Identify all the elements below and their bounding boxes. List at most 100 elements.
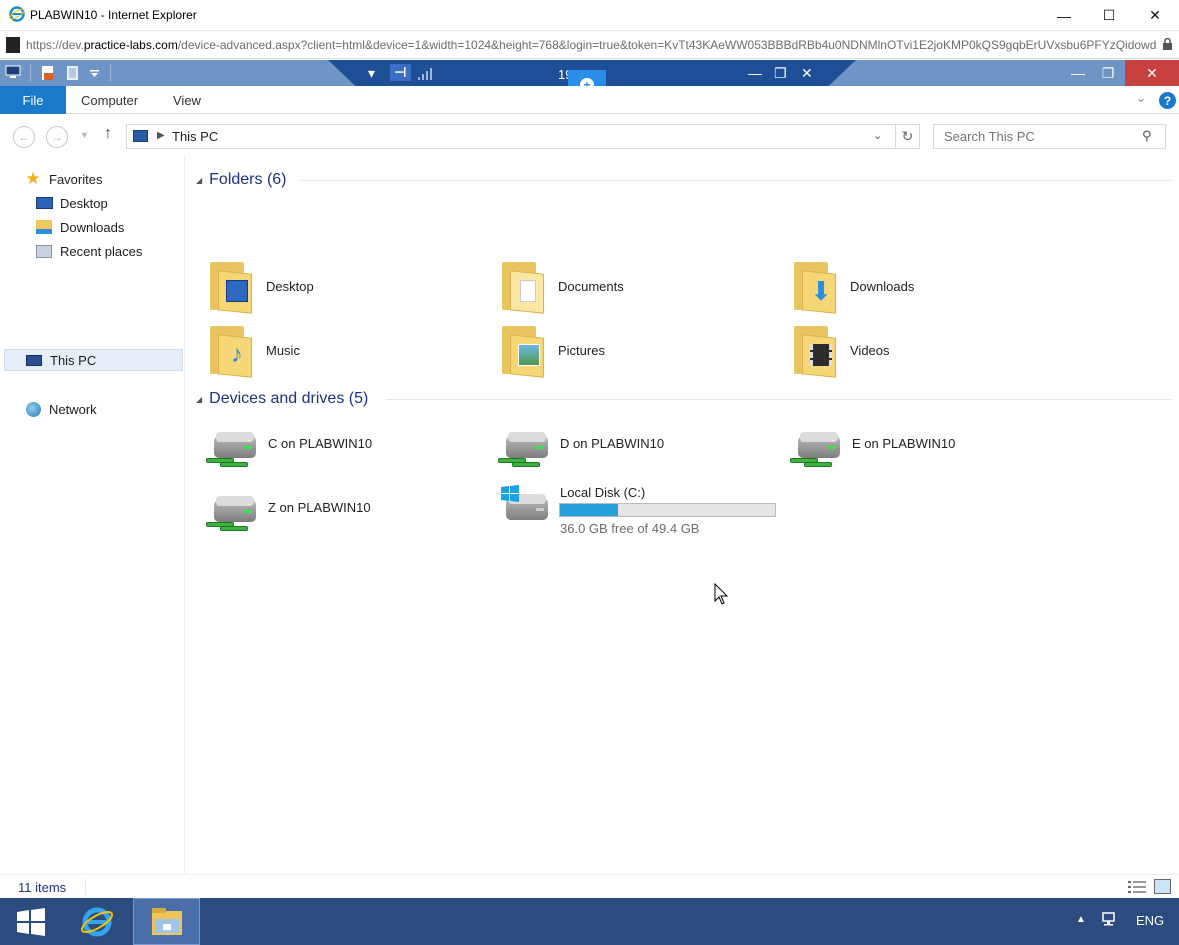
tab-view[interactable]: View — [173, 93, 201, 108]
internet-explorer-icon — [80, 907, 114, 936]
chevron-down-icon[interactable]: ▾ — [368, 65, 375, 82]
new-folder-icon[interactable] — [66, 65, 80, 81]
show-hidden-icons-icon[interactable]: ▲ — [1076, 914, 1086, 925]
tiles-view-icon[interactable] — [1154, 879, 1171, 894]
browser-maximize-button[interactable]: ☐ — [1086, 0, 1132, 31]
browser-minimize-button[interactable]: — — [1041, 0, 1087, 31]
nav-desktop[interactable]: Desktop — [35, 192, 108, 214]
help-icon[interactable]: ? — [1159, 92, 1176, 109]
content-pane: ◢ Folders (6) Desktop Documents ⬇ Downlo… — [186, 156, 1179, 874]
start-button[interactable] — [0, 898, 62, 945]
recent-places-icon — [35, 243, 53, 259]
forward-button[interactable]: → — [46, 126, 68, 148]
network-drive-icon — [206, 494, 260, 538]
site-favicon-icon — [6, 37, 20, 53]
navigation-bar: ← → ▼ ↑ ▶ This PC ⌄ ↻ ⚲ — [0, 114, 1179, 156]
nav-this-pc[interactable]: This PC — [4, 349, 183, 371]
taskbar: ▲ ENG — [0, 898, 1179, 945]
documents-folder-icon — [500, 258, 546, 314]
browser-address-bar[interactable]: https://dev.practice-labs.com/device-adv… — [0, 31, 1179, 59]
search-input[interactable] — [935, 126, 1135, 147]
taskbar-file-explorer[interactable] — [133, 898, 200, 945]
drive-d-on-plabwin10[interactable]: D on PLABWIN10 — [498, 426, 778, 486]
tab-computer[interactable]: Computer — [81, 93, 138, 108]
recent-locations-icon[interactable]: ▼ — [80, 130, 89, 140]
tab-file[interactable]: File — [0, 86, 66, 114]
properties-icon[interactable] — [41, 65, 55, 81]
folder-downloads[interactable]: ⬇ Downloads — [792, 258, 1072, 318]
local-disk-icon — [498, 485, 552, 536]
refresh-button[interactable]: ↻ — [895, 125, 919, 148]
drives-group-header[interactable]: ◢ Devices and drives (5) — [196, 387, 368, 411]
mouse-cursor-icon — [714, 583, 729, 605]
nav-recent-places[interactable]: Recent places — [35, 240, 142, 262]
network-drive-icon — [206, 430, 260, 474]
pin-icon[interactable]: ⊣ — [390, 64, 411, 81]
nav-network[interactable]: Network — [24, 398, 97, 420]
back-button[interactable]: ← — [13, 126, 35, 148]
desktop-folder-icon — [208, 258, 254, 314]
chevron-down-icon[interactable]: ⌄ — [873, 129, 882, 142]
browser-close-button[interactable]: ✕ — [1132, 0, 1178, 31]
network-status-icon[interactable] — [1101, 911, 1119, 929]
search-box[interactable]: ⚲ — [933, 124, 1166, 149]
drive-c-on-plabwin10[interactable]: C on PLABWIN10 — [206, 426, 486, 486]
input-language-indicator[interactable]: ENG — [1136, 913, 1164, 928]
disk-free-space: 36.0 GB free of 49.4 GB — [560, 521, 700, 536]
disk-capacity-bar — [559, 503, 776, 517]
nav-favorites[interactable]: ★ Favorites — [24, 168, 102, 190]
ribbon: File Computer View ⌄ ? — [0, 86, 1179, 114]
search-icon[interactable]: ⚲ — [1142, 128, 1152, 144]
navigation-pane: ★ Favorites Desktop Downloads Recent pla… — [0, 156, 185, 874]
network-drive-icon — [790, 430, 844, 474]
remote-desktop[interactable]: — ❐ ✕ ▾ ⊣ 19 0.3 — ❐ ✕ + File Computer V… — [0, 60, 1179, 945]
folder-pictures[interactable]: Pictures — [500, 322, 780, 382]
explorer-restore-button[interactable]: ❐ — [1093, 60, 1123, 86]
details-view-icon[interactable] — [1128, 880, 1146, 894]
explorer-minimize-button[interactable]: — — [1063, 60, 1093, 86]
collapse-icon[interactable]: ◢ — [196, 395, 202, 404]
signal-strength-icon — [418, 68, 432, 80]
downloads-icon — [35, 219, 53, 235]
drive-z-on-plabwin10[interactable]: Z on PLABWIN10 — [206, 490, 486, 550]
network-icon — [24, 401, 42, 417]
folder-desktop[interactable]: Desktop — [208, 258, 488, 318]
folder-documents[interactable]: Documents — [500, 258, 780, 318]
explorer-address-box[interactable]: ▶ This PC ⌄ ↻ — [126, 124, 920, 149]
item-count: 11 items — [18, 880, 67, 895]
network-drive-icon — [498, 430, 552, 474]
customize-toolbar-icon[interactable] — [90, 70, 99, 78]
star-icon: ★ — [25, 169, 41, 188]
explorer-close-button[interactable]: ✕ — [1125, 60, 1179, 86]
nav-downloads[interactable]: Downloads — [35, 216, 124, 238]
this-pc-icon — [25, 352, 43, 368]
rdp-close-button[interactable]: ✕ — [801, 65, 813, 82]
rdp-restore-button[interactable]: ❐ — [774, 65, 787, 82]
this-pc-icon — [133, 130, 148, 142]
taskbar-internet-explorer[interactable] — [66, 898, 128, 945]
folders-group-header[interactable]: ◢ Folders (6) — [196, 168, 287, 192]
drive-e-on-plabwin10[interactable]: E on PLABWIN10 — [790, 426, 1070, 486]
internet-explorer-icon — [9, 6, 25, 22]
browser-titlebar: PLABWIN10 - Internet Explorer — ☐ ✕ — [0, 0, 1179, 31]
breadcrumb-this-pc[interactable]: This PC — [172, 129, 218, 144]
browser-title: PLABWIN10 - Internet Explorer — [30, 8, 197, 22]
status-bar: 11 items — [0, 874, 1179, 898]
pictures-folder-icon — [500, 322, 546, 378]
folder-videos[interactable]: Videos — [792, 322, 1072, 382]
browser-url[interactable]: https://dev.practice-labs.com/device-adv… — [26, 38, 1156, 52]
computer-icon[interactable] — [5, 65, 21, 79]
drive-local-disk-c[interactable]: Local Disk (C:) 36.0 GB free of 49.4 GB — [498, 482, 798, 542]
breadcrumb-separator-icon[interactable]: ▶ — [157, 130, 165, 141]
collapse-icon[interactable]: ◢ — [196, 176, 202, 185]
folder-music[interactable]: ♪ Music — [208, 322, 488, 382]
lock-icon[interactable] — [1162, 38, 1173, 51]
file-explorer-icon — [151, 907, 182, 935]
expand-ribbon-icon[interactable]: ⌄ — [1136, 91, 1146, 105]
music-folder-icon: ♪ — [208, 322, 254, 378]
windows-logo-icon — [501, 485, 519, 502]
up-arrow-icon[interactable]: ↑ — [104, 125, 112, 143]
desktop-icon — [35, 195, 53, 211]
windows-logo-icon — [17, 907, 45, 936]
rdp-minimize-button[interactable]: — — [748, 65, 762, 81]
